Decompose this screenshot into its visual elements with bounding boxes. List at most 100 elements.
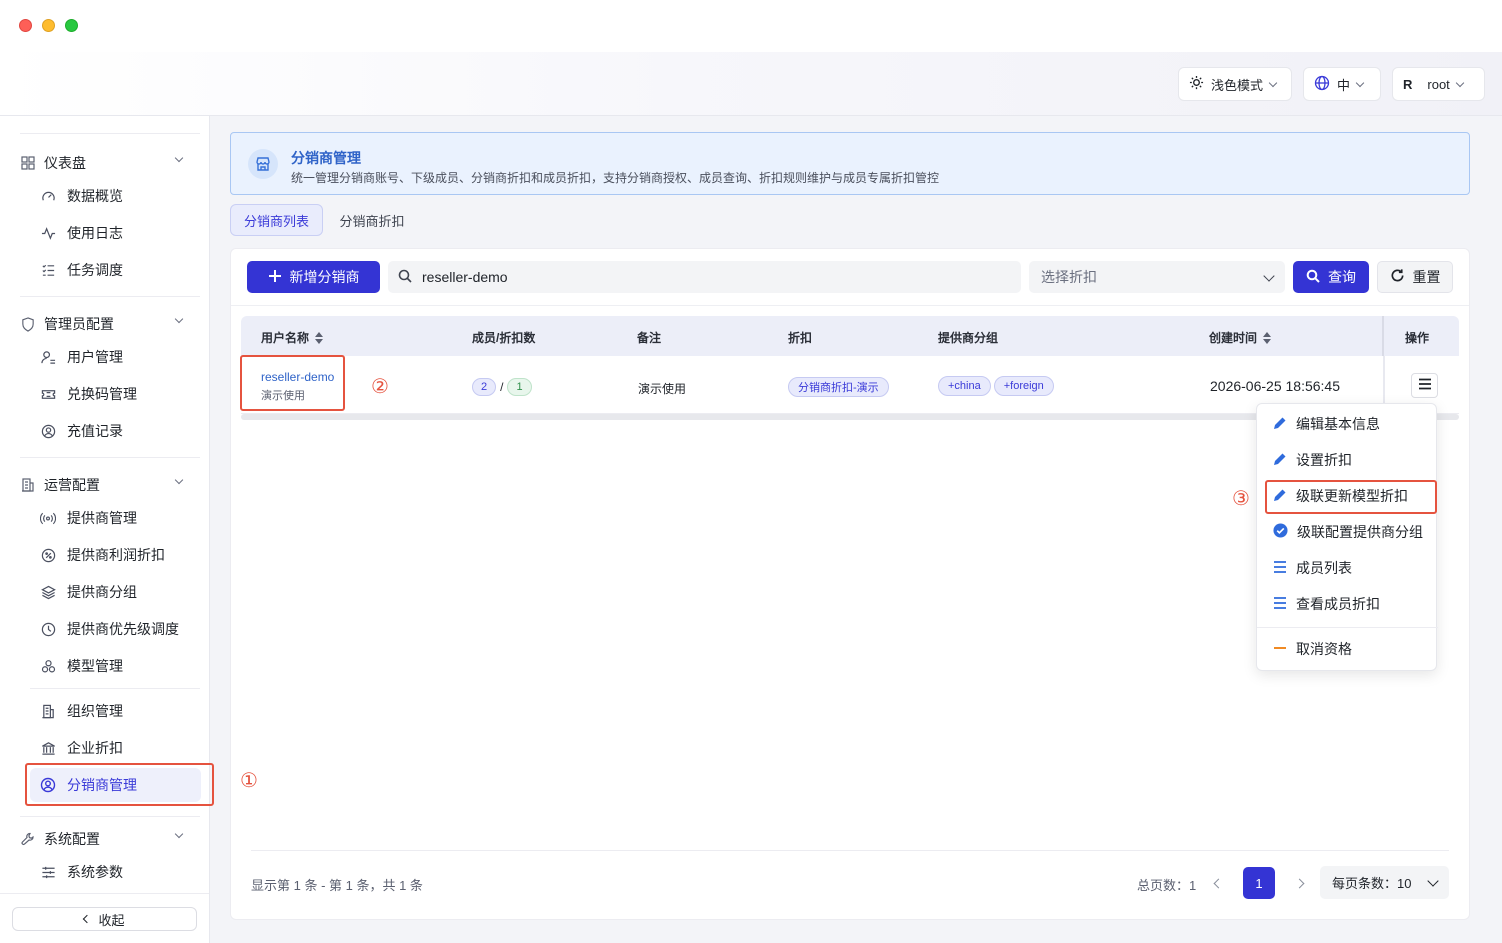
table-header: 用户名称 成员/折扣数 备注 折扣 提供商分组 创建时间 操作 [241, 316, 1459, 356]
language-toggle[interactable]: 中 [1303, 67, 1381, 101]
sidebar-item-provider-priority[interactable]: 提供商优先级调度 [40, 614, 200, 644]
divider [20, 133, 200, 134]
menu-item-view-member-discount[interactable]: 查看成员折扣 [1273, 590, 1380, 618]
query-button[interactable]: 查询 [1293, 261, 1369, 293]
provider-group-tag: +china [938, 376, 991, 396]
menu-icon [1418, 378, 1432, 393]
sidebar-item-provider-profit-discount[interactable]: 提供商利润折扣 [40, 540, 200, 570]
org-icon [40, 703, 56, 719]
sidebar-item-recharge-records[interactable]: 充值记录 [40, 416, 200, 446]
theme-label: 浅色模式 [1211, 77, 1264, 93]
next-page-button[interactable] [1284, 867, 1314, 899]
divider [0, 893, 209, 894]
menu-item-label: 级联更新模型折扣 [1296, 488, 1408, 504]
menu-item-revoke-qualification[interactable]: 取消资格 [1273, 635, 1352, 663]
menu-item-member-list[interactable]: 成员列表 [1273, 554, 1352, 582]
close-window-button[interactable] [19, 19, 32, 32]
pagination-summary: 显示第 1 条 - 第 1 条，共 1 条 [251, 878, 423, 893]
sidebar-item-enterprise-discount[interactable]: 企业折扣 [40, 733, 200, 763]
discount-cell: 分销商折扣-演示 [788, 377, 889, 397]
menu-item-label: 设置折扣 [1296, 452, 1352, 468]
user-circle-icon [40, 423, 56, 439]
row-actions-menu-button[interactable] [1411, 373, 1438, 398]
list-icon [1273, 560, 1287, 577]
sidebar-group-label: 运营配置 [44, 477, 100, 493]
chevron-down-icon [174, 829, 184, 839]
menu-item-label: 取消资格 [1296, 641, 1352, 657]
add-reseller-button[interactable]: 新增分销商 [247, 261, 380, 293]
sidebar-item-data-overview[interactable]: 数据概览 [40, 181, 200, 211]
column-header-provider-group: 提供商分组 [938, 331, 999, 345]
user-name: root [1427, 76, 1450, 92]
wrench-icon [20, 831, 36, 847]
page-size-text: 每页条数：10 [1332, 873, 1411, 892]
sidebar-item-label: 兑换码管理 [67, 386, 137, 402]
sidebar-group-label: 系统配置 [44, 831, 100, 847]
pencil-icon [1273, 416, 1287, 433]
sidebar-group-system-config[interactable]: 系统配置 [20, 826, 190, 852]
sidebar-item-user-manage[interactable]: 用户管理 [40, 342, 200, 372]
annotation-number-3: ③ [1232, 488, 1250, 510]
sidebar-item-label: 提供商管理 [67, 510, 137, 526]
sidebar-item-reseller-manage[interactable]: 分销商管理 [40, 770, 200, 800]
sidebar-item-org-manage[interactable]: 组织管理 [40, 696, 200, 726]
language-label: 中 [1337, 77, 1351, 93]
username-link[interactable]: reseller-demo [261, 370, 334, 384]
discount-select[interactable]: 选择折扣 [1029, 261, 1285, 293]
page-button-current[interactable]: 1 [1243, 867, 1275, 899]
sidebar-item-provider-group[interactable]: 提供商分组 [40, 577, 200, 607]
sidebar-collapse-button[interactable]: 收起 [12, 907, 197, 931]
sidebar-item-provider-manage[interactable]: 提供商管理 [40, 503, 200, 533]
sidebar-group-label: 仪表盘 [44, 155, 86, 171]
prev-page-button[interactable] [1203, 867, 1233, 899]
username-cell: reseller-demo 演示使用 [261, 370, 334, 403]
page-size-value: 10 [1397, 876, 1412, 891]
activity-icon [40, 225, 56, 241]
sidebar-item-label: 提供商分组 [67, 584, 137, 600]
annotation-number-1: ① [240, 770, 258, 792]
store-icon [248, 149, 278, 179]
sidebar-item-model-manage[interactable]: 模型管理 [40, 651, 200, 681]
reset-button[interactable]: 重置 [1377, 261, 1453, 293]
menu-item-edit-basic-info[interactable]: 编辑基本信息 [1273, 410, 1380, 438]
chevron-down-icon [174, 475, 184, 485]
search-input[interactable]: reseller-demo [388, 261, 1021, 293]
reseller-icon [40, 777, 56, 793]
sidebar-item-system-params[interactable]: 系统参数 [40, 857, 200, 887]
sidebar-item-label: 数据概览 [67, 188, 123, 204]
sidebar-item-task-schedule[interactable]: 任务调度 [40, 255, 200, 285]
sidebar-group-admin-config[interactable]: 管理员配置 [20, 311, 190, 337]
divider [1257, 627, 1438, 628]
sidebar-item-label: 分销商管理 [67, 777, 137, 793]
member-count-badge: 2 [472, 378, 497, 396]
members-discounts-cell: 2 / 1 [472, 378, 532, 396]
sidebar-item-usage-log[interactable]: 使用日志 [40, 218, 200, 248]
user-menu[interactable]: R root [1392, 67, 1485, 101]
minimize-window-button[interactable] [42, 19, 55, 32]
menu-item-cascade-model-discount[interactable]: 级联更新模型折扣 [1273, 482, 1408, 510]
add-reseller-label: 新增分销商 [289, 269, 360, 285]
chevron-down-icon [174, 314, 184, 324]
query-label: 查询 [1328, 269, 1356, 285]
theme-toggle[interactable]: 浅色模式 [1178, 67, 1292, 101]
sidebar-item-label: 组织管理 [67, 703, 123, 719]
sidebar-group-dashboard[interactable]: 仪表盘 [20, 150, 190, 176]
menu-item-set-discount[interactable]: 设置折扣 [1273, 446, 1352, 474]
window-titlebar [0, 0, 1502, 52]
page-size-select[interactable]: 每页条数：10 [1320, 866, 1449, 899]
column-header-created-time[interactable]: 创建时间 [1209, 329, 1272, 346]
remark-cell: 演示使用 [638, 382, 687, 396]
menu-item-cascade-provider-group[interactable]: 级联配置提供商分组 [1273, 518, 1423, 546]
list-icon [1273, 596, 1287, 613]
sidebar-item-redeem-code[interactable]: 兑换码管理 [40, 379, 200, 409]
sidebar-item-label: 用户管理 [67, 349, 123, 365]
tab-reseller-discount[interactable]: 分销商折扣 [328, 204, 416, 236]
maximize-window-button[interactable] [65, 19, 78, 32]
sidebar-group-ops-config[interactable]: 运营配置 [20, 472, 190, 498]
tab-reseller-list[interactable]: 分销商列表 [230, 204, 323, 236]
column-header-username[interactable]: 用户名称 [261, 329, 324, 346]
chevron-left-icon [83, 914, 92, 924]
sort-icon[interactable] [1263, 331, 1272, 344]
bank-icon [40, 740, 56, 756]
sort-icon[interactable] [315, 331, 324, 344]
